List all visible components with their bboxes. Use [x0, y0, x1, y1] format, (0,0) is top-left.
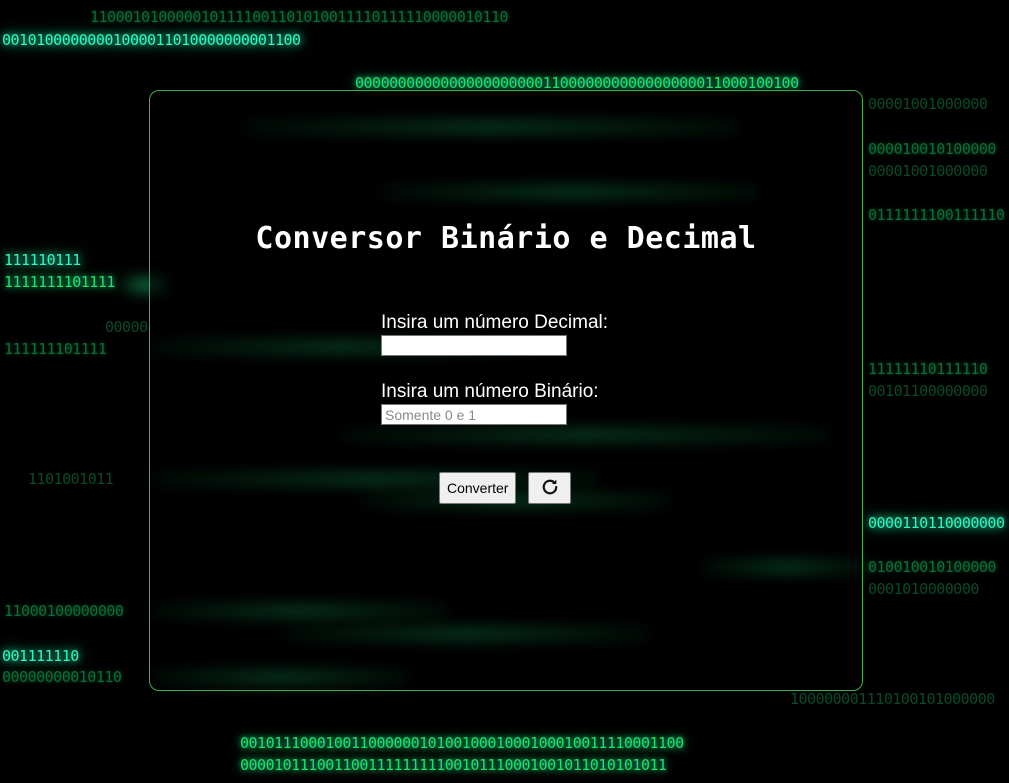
binary-stream: 11000100000000	[4, 602, 124, 620]
binary-stream: 00101100000000	[868, 382, 988, 400]
convert-button[interactable]: Converter	[439, 472, 517, 504]
converter-panel: Conversor Binário e Decimal Insira um nú…	[149, 90, 863, 691]
binary-stream: 111110111	[4, 251, 81, 269]
refresh-icon	[540, 477, 560, 500]
binary-input[interactable]	[381, 404, 567, 425]
binary-stream: 00101000000001000011010000000001100	[2, 31, 301, 49]
binary-stream: 00000000010110	[2, 668, 122, 686]
converter-form: Insira um número Decimal: Insira um núme…	[381, 311, 641, 449]
binary-stream: 11111110111110	[868, 360, 988, 378]
binary-stream: 1100010100000101111001101010011110111110…	[90, 8, 509, 26]
binary-stream: 000010010100000	[868, 140, 996, 158]
binary-stream: 0001010000000	[868, 580, 979, 598]
binary-stream: 1111111101111	[4, 273, 115, 291]
binary-stream: 0000110110000000	[868, 514, 1005, 532]
binary-stream: 010010010100000	[868, 558, 996, 576]
binary-stream: 00001001000000	[868, 162, 988, 180]
binary-stream: 0000101110011001111111110010111000100101…	[240, 756, 667, 774]
action-buttons: Converter	[439, 472, 572, 504]
binary-stream: 0111111100111110	[868, 206, 1005, 224]
binary-stream: 111111101111	[4, 340, 107, 358]
binary-stream: 001111110	[2, 647, 79, 665]
reset-button[interactable]	[528, 472, 572, 504]
binary-label: Insira um número Binário:	[381, 381, 599, 402]
binary-stream: 00001001000000	[868, 95, 988, 113]
decimal-label: Insira um número Decimal:	[381, 312, 609, 333]
page-title: Conversor Binário e Decimal	[255, 221, 757, 256]
binary-stream: 1101001011	[28, 470, 114, 488]
binary-stream: 0010111000100110000001010010001000100010…	[240, 734, 684, 752]
binary-stream: 00000	[105, 318, 148, 336]
decimal-input[interactable]	[381, 335, 567, 356]
binary-stream: 100000001110100101000000	[790, 690, 995, 708]
